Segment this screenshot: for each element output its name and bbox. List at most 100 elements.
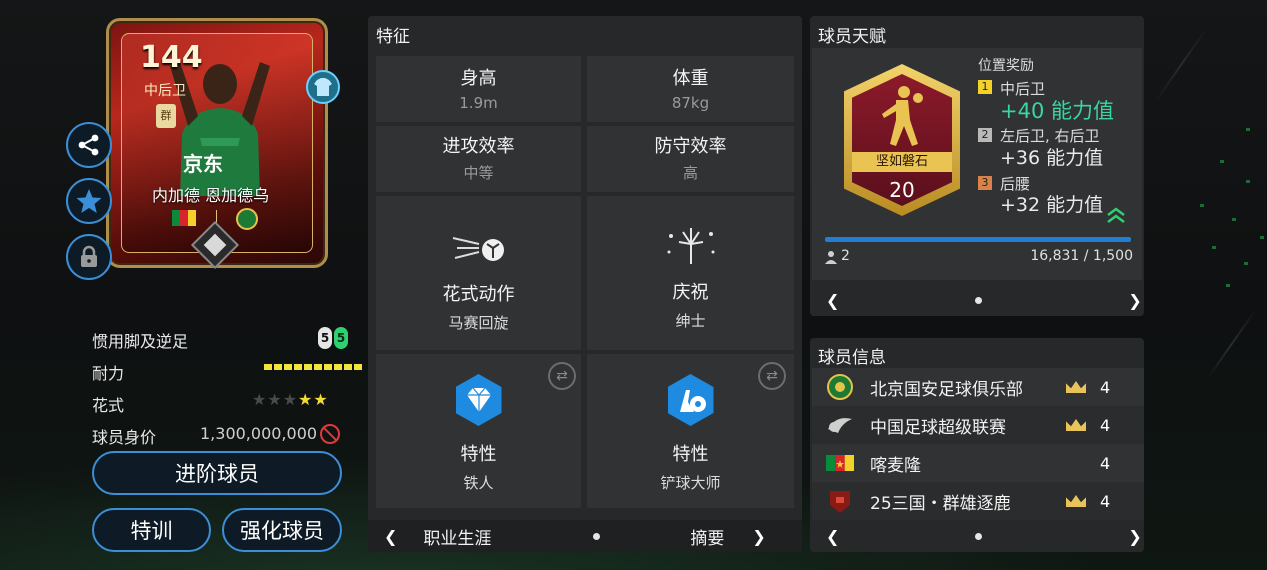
background-dot	[1246, 128, 1250, 131]
position-bonus-title: 位置奖励	[978, 58, 1034, 74]
favorite-button[interactable]	[66, 178, 112, 224]
skill-move-value: 马赛回旋	[448, 314, 509, 332]
lock-icon	[81, 245, 97, 267]
info-row-nation[interactable]: 喀麦隆 4	[812, 444, 1144, 482]
card-season-badge: 群	[156, 104, 176, 128]
crown-icon	[1066, 495, 1086, 507]
share-button[interactable]	[66, 122, 112, 168]
talent-badge-name: 坚如磐石	[852, 152, 952, 172]
info-row-club[interactable]: 北京国安足球俱乐部 4	[812, 368, 1144, 406]
attack-rate-cell: 进攻效率 中等	[376, 126, 581, 192]
talent-progress-fill	[825, 237, 1131, 242]
crown-icon	[1066, 419, 1086, 431]
info-page-dot	[975, 532, 983, 540]
club-chem-value: 4	[1100, 377, 1111, 397]
talent-nav: ❮ ❯	[812, 284, 1142, 316]
player-level-icon	[825, 251, 837, 264]
stamina-bar	[264, 364, 362, 370]
card-rating: 144	[140, 40, 203, 75]
card-player-name: 内加德 恩加德乌	[152, 186, 270, 205]
defender-icon	[882, 86, 923, 146]
player-value: 1,300,000,000	[200, 424, 318, 443]
next-page-arrow[interactable]: ❯	[752, 527, 765, 546]
skill-moves-label: 花式	[92, 396, 125, 415]
defense-rate-label: 防守效率	[654, 136, 727, 157]
bonus-rank-1: 1	[978, 80, 992, 94]
shirt-icon	[314, 78, 332, 96]
talent-next-arrow[interactable]: ❯	[1128, 291, 1141, 310]
enhance-player-button[interactable]: 强化球员	[222, 508, 342, 552]
background-dot	[1226, 284, 1230, 287]
tackle-icon	[679, 390, 706, 412]
program-chem-value: 4	[1100, 491, 1111, 511]
card-position: 中后卫	[144, 83, 186, 99]
info-nav: ❮ ❯	[812, 520, 1142, 552]
star-icon	[76, 189, 102, 213]
league-name: 中国足球超级联赛	[870, 417, 1006, 438]
skill-move-icon	[452, 237, 504, 261]
talent-progress-text: 16,831 / 1,500	[1030, 248, 1133, 264]
weak-foot-value: 5 5	[318, 327, 348, 349]
swap-trait-icon[interactable]: ⇄	[548, 362, 576, 390]
career-tab[interactable]: 职业生涯	[423, 524, 491, 549]
weak-foot-left-value: 5	[318, 327, 332, 349]
background-dot	[1200, 204, 1204, 207]
stamina-label: 耐力	[92, 364, 125, 383]
diamond-icon	[466, 387, 491, 412]
defense-rate-cell: 防守效率 高	[587, 126, 794, 192]
cameroon-flag-icon	[826, 455, 854, 471]
card-club-text: 京东	[183, 152, 223, 176]
trait-tackle-master-value: 铲球大师	[660, 474, 721, 492]
bonus-2-value: +36 能力值	[1000, 147, 1104, 169]
upgrade-player-button[interactable]: 进阶球员	[92, 451, 342, 495]
background-stripe	[1154, 27, 1208, 103]
talent-level-count: 2	[841, 248, 850, 264]
skill-stars: ★★★★★	[252, 390, 329, 409]
prev-page-arrow[interactable]: ❮	[384, 527, 397, 546]
share-icon	[78, 134, 99, 156]
trait-iron-man-badge	[455, 374, 502, 426]
kit-icon[interactable]	[306, 70, 340, 104]
club-badge-icon	[236, 208, 258, 230]
attack-rate-value: 中等	[463, 164, 494, 182]
nation-name: 喀麦隆	[870, 455, 921, 476]
double-chevron-up-icon[interactable]	[1106, 206, 1126, 224]
info-row-league[interactable]: 中国足球超级联赛 4	[812, 406, 1144, 444]
not-tradable-icon	[320, 424, 340, 444]
bonus-1-value: +40 能力值	[1000, 99, 1114, 123]
talent-badge-level: 20	[889, 178, 915, 202]
crown-icon	[1066, 381, 1086, 393]
background-dot	[1220, 160, 1224, 163]
traits-nav: ❮ 职业生涯 摘要 ❯	[368, 520, 802, 552]
talent-prev-arrow[interactable]: ❮	[826, 291, 839, 310]
background-stripe	[1204, 307, 1258, 383]
lock-button[interactable]	[66, 234, 112, 280]
nation-chem-value: 4	[1100, 453, 1111, 473]
celebration-value: 绅士	[675, 312, 706, 330]
traits-title: 特征	[376, 27, 410, 47]
info-next-arrow[interactable]: ❯	[1128, 527, 1141, 546]
background-dot	[1246, 180, 1250, 183]
cameroon-flag-icon	[172, 210, 196, 226]
background-dot	[1244, 262, 1248, 265]
trait-iron-man-value: 铁人	[463, 474, 494, 492]
trait-iron-man-label: 特性	[460, 444, 497, 465]
height-value: 1.9m	[459, 94, 498, 112]
bonus-rank-2: 2	[978, 128, 992, 142]
training-button[interactable]: 特训	[92, 508, 211, 552]
info-prev-arrow[interactable]: ❮	[826, 527, 839, 546]
background-dot	[1260, 236, 1264, 239]
info-row-program[interactable]: 25三国・群雄逐鹿 4	[812, 482, 1144, 520]
celebration-cell[interactable]: 庆祝 绅士	[587, 196, 794, 350]
talent-page-dot	[975, 296, 983, 304]
fireworks-icon	[667, 228, 714, 264]
talent-title: 球员天赋	[818, 27, 886, 47]
league-logo-icon	[828, 418, 852, 433]
weak-foot-right-value: 5	[334, 327, 348, 349]
skill-move-cell[interactable]: 花式动作 马赛回旋	[376, 196, 581, 350]
background-dot	[1212, 246, 1216, 249]
attack-rate-label: 进攻效率	[442, 136, 515, 157]
swap-trait-icon[interactable]: ⇄	[758, 362, 786, 390]
summary-tab[interactable]: 摘要	[690, 524, 724, 549]
club-name: 北京国安足球俱乐部	[870, 379, 1023, 400]
